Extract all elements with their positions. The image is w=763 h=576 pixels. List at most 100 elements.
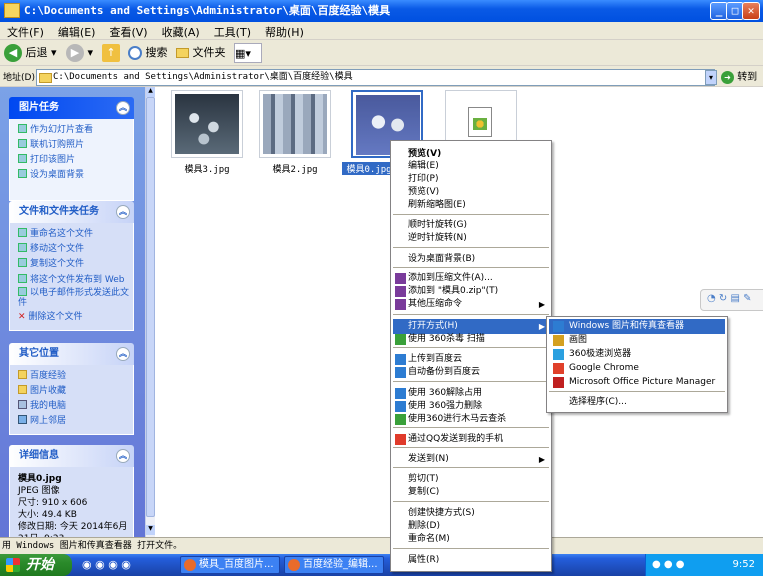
context-menu-item[interactable]: 通过QQ发送到我的手机 bbox=[393, 432, 549, 447]
search-button[interactable]: 搜索 bbox=[128, 43, 168, 63]
collapse-chevron-icon[interactable]: ︽ bbox=[116, 449, 130, 463]
search-label: 搜索 bbox=[145, 46, 168, 59]
rename-icon bbox=[18, 228, 27, 237]
task-delete[interactable]: ✕ 删除这个文件 bbox=[18, 310, 129, 325]
other-places-title: 其它位置 bbox=[19, 348, 59, 359]
context-menu-item[interactable]: 重命名(M) bbox=[393, 532, 549, 547]
task-pane-scrollbar[interactable]: ▲ ▼ bbox=[145, 87, 155, 537]
file-thumbnail[interactable] bbox=[259, 90, 331, 158]
submenu-item-label: Google Chrome bbox=[569, 363, 639, 373]
forward-arrow-icon: ▶ bbox=[66, 44, 84, 62]
title-bar[interactable]: C:\Documents and Settings\Administrator\… bbox=[0, 0, 763, 22]
context-menu-item-label: 通过QQ发送到我的手机 bbox=[408, 434, 504, 444]
context-menu-item[interactable]: 刷新缩略图(E) bbox=[393, 198, 549, 213]
menu-separator bbox=[549, 391, 725, 392]
start-button[interactable]: 开始 bbox=[0, 554, 72, 576]
forward-button[interactable]: ▶ ▾ bbox=[66, 43, 93, 63]
menu-separator bbox=[393, 427, 549, 428]
collapse-chevron-icon[interactable]: ︽ bbox=[116, 205, 130, 219]
task-print[interactable]: 打印该图片 bbox=[18, 153, 129, 168]
address-input[interactable]: C:\Documents and Settings\Administrator\… bbox=[36, 69, 715, 86]
menu-tools[interactable]: 工具(T) bbox=[207, 22, 258, 42]
task-publish-web[interactable]: 将这个文件发布到 Web bbox=[18, 274, 129, 285]
file-label[interactable]: 模具2.jpg bbox=[250, 162, 340, 175]
task-rename[interactable]: 重命名这个文件 bbox=[18, 227, 129, 242]
context-menu-item[interactable]: 使用 360杀毒 扫描 bbox=[393, 332, 549, 347]
close-button[interactable]: ✕ bbox=[742, 2, 760, 20]
context-menu-item-label: 添加到 "模具0.zip"(T) bbox=[408, 286, 499, 296]
menu-help[interactable]: 帮助(H) bbox=[258, 22, 311, 42]
context-menu-item-label: 设为桌面背景(B) bbox=[408, 254, 476, 264]
other-places-header[interactable]: 其它位置 ︽ bbox=[9, 343, 134, 365]
folders-button[interactable]: 文件夹 bbox=[176, 43, 226, 63]
file-label[interactable]: 模具3.jpg bbox=[162, 162, 252, 175]
menu-item-icon bbox=[395, 273, 406, 284]
context-menu-item[interactable]: 属性(R) bbox=[393, 553, 549, 568]
file-thumbnail[interactable] bbox=[171, 90, 243, 158]
scroll-thumb[interactable] bbox=[146, 97, 155, 517]
folder-icon bbox=[18, 370, 27, 379]
context-menu-item-label: 使用 360解除占用 bbox=[408, 388, 483, 398]
task-move-label: 移动这个文件 bbox=[30, 244, 85, 254]
context-menu-item[interactable]: 其他压缩命令 ▶ bbox=[393, 297, 549, 312]
context-menu-item-label: 预览(V) bbox=[408, 149, 442, 159]
menu-edit[interactable]: 编辑(E) bbox=[51, 22, 103, 42]
context-menu-item-label: 剪切(T) bbox=[408, 474, 439, 484]
image-float-toolbar[interactable]: ◔ ↻ ▤ ✎ bbox=[700, 289, 763, 311]
submenu-item[interactable]: Windows 图片和传真查看器 bbox=[549, 319, 725, 334]
context-menu-item-label: 编辑(E) bbox=[408, 161, 439, 171]
context-menu-item[interactable]: 使用360进行木马云查杀 bbox=[393, 412, 549, 427]
place-my-computer-label: 我的电脑 bbox=[30, 401, 67, 411]
task-order-prints[interactable]: 联机订购照片 bbox=[18, 138, 129, 153]
menu-item-icon bbox=[395, 299, 406, 310]
place-my-pictures[interactable]: 图片收藏 bbox=[18, 384, 129, 399]
file-label-selected[interactable]: 模具0.jpg bbox=[342, 162, 396, 175]
address-dropdown-button[interactable]: ▾ bbox=[705, 70, 717, 85]
back-button[interactable]: ◀ 后退 ▾ bbox=[4, 43, 57, 63]
views-button[interactable]: ▦▾ bbox=[234, 43, 262, 63]
submenu-item[interactable]: 选择程序(C)... bbox=[549, 395, 725, 410]
context-menu-item[interactable]: 复制(C) bbox=[393, 485, 549, 500]
collapse-chevron-icon[interactable]: ︽ bbox=[116, 347, 130, 361]
submenu-item[interactable]: Google Chrome bbox=[549, 361, 725, 376]
app-icon bbox=[553, 349, 564, 360]
picture-tasks-header[interactable]: 图片任务 ︽ bbox=[9, 97, 134, 119]
scroll-down-arrow-icon[interactable]: ▼ bbox=[146, 525, 155, 535]
task-copy[interactable]: 复制这个文件 bbox=[18, 257, 129, 272]
context-menu-item-label: 逆时针旋转(N) bbox=[408, 233, 467, 243]
place-network[interactable]: 网上邻居 bbox=[18, 414, 129, 429]
clock[interactable]: 9:52 bbox=[733, 559, 755, 570]
file-tasks-header[interactable]: 文件和文件夹任务 ︽ bbox=[9, 201, 134, 223]
submenu-item[interactable]: 画图 bbox=[549, 333, 725, 348]
task-slideshow[interactable]: 作为幻灯片查看 bbox=[18, 123, 129, 138]
taskbar-task-2[interactable]: 百度经验_编辑... bbox=[284, 556, 384, 574]
pictures-folder-icon bbox=[18, 385, 27, 394]
collapse-chevron-icon[interactable]: ︽ bbox=[116, 101, 130, 115]
menu-file[interactable]: 文件(F) bbox=[0, 22, 51, 42]
context-menu-item[interactable]: 设为桌面背景(B) bbox=[393, 252, 549, 267]
image-tools-icons[interactable]: ◔ ↻ ▤ ✎ bbox=[707, 293, 751, 304]
place-baidu-jingyan[interactable]: 百度经验 bbox=[18, 369, 129, 384]
task-email[interactable]: 以电子邮件形式发送此文件 bbox=[18, 287, 129, 308]
up-folder-button[interactable]: ↑ bbox=[102, 43, 120, 63]
taskbar-task-2-label: 百度经验_编辑... bbox=[303, 559, 378, 570]
context-menu-item[interactable]: 发送到(N) ▶ bbox=[393, 452, 549, 467]
task-move[interactable]: 移动这个文件 bbox=[18, 242, 129, 257]
print-icon bbox=[18, 154, 27, 163]
submenu-item[interactable]: Microsoft Office Picture Manager bbox=[549, 375, 725, 390]
tray-icons[interactable]: ● ● ● bbox=[652, 554, 685, 576]
menu-view[interactable]: 查看(V) bbox=[102, 22, 154, 42]
go-button[interactable]: ➜ 转到 bbox=[721, 69, 757, 86]
details-header[interactable]: 详细信息 ︽ bbox=[9, 445, 134, 467]
scroll-up-arrow-icon[interactable]: ▲ bbox=[146, 87, 155, 97]
submenu-item[interactable]: 360极速浏览器 bbox=[549, 347, 725, 362]
menu-favorites[interactable]: 收藏(A) bbox=[155, 22, 207, 42]
task-set-background[interactable]: 设为桌面背景 bbox=[18, 168, 129, 183]
taskbar-task-1[interactable]: 模具_百度图片... bbox=[180, 556, 280, 574]
move-icon bbox=[18, 243, 27, 252]
context-menu-item[interactable]: 自动备份到百度云 bbox=[393, 365, 549, 380]
quick-launch-icons[interactable]: ◉ ◉ ◉ ◉ bbox=[82, 558, 131, 571]
place-my-computer[interactable]: 我的电脑 bbox=[18, 399, 129, 414]
context-menu-item[interactable]: 逆时针旋转(N) bbox=[393, 231, 549, 246]
address-folder-icon bbox=[39, 73, 52, 83]
